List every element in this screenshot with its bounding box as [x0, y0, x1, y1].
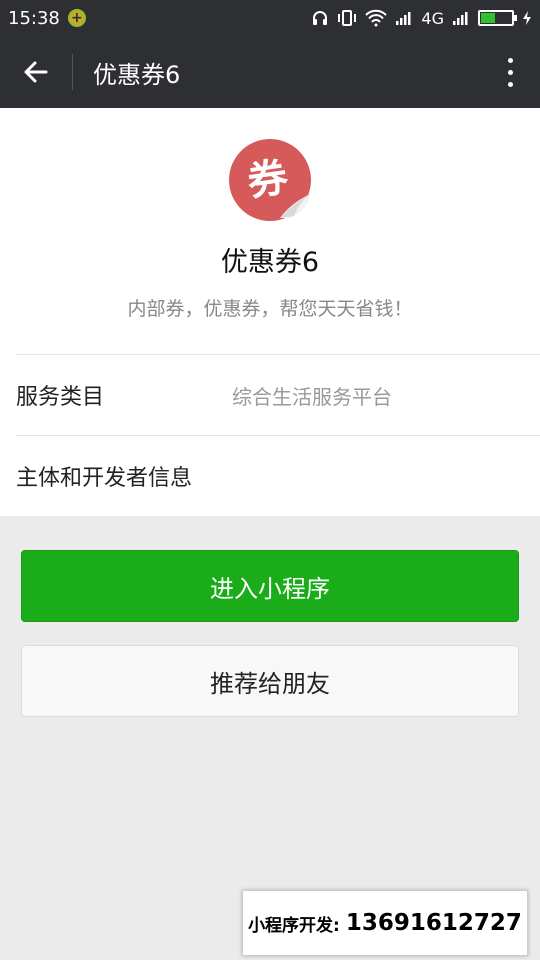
signal-icon-2 [453, 12, 468, 25]
logo-glyph: 券 [245, 154, 292, 205]
battery-level [481, 13, 495, 23]
more-dot-icon [507, 69, 513, 75]
app-name: 优惠券6 [220, 247, 320, 278]
back-button[interactable] [0, 36, 72, 108]
ad-label: 小程序开发: [248, 915, 340, 936]
service-category-label: 服务类目 [16, 385, 105, 410]
page-title: 优惠券6 [93, 60, 181, 89]
more-button[interactable] [480, 36, 540, 108]
nav-divider [72, 54, 73, 90]
back-arrow-icon [24, 61, 48, 83]
enter-miniprogram-button[interactable]: 进入小程序 [21, 550, 519, 622]
coupon-logo-icon: 券 [229, 139, 311, 221]
status-right: 4G [311, 9, 532, 28]
developer-ad-banner: 小程序开发: 13691612727 [242, 890, 528, 956]
recommend-to-friend-button[interactable]: 推荐给朋友 [21, 645, 519, 717]
more-dot-icon [507, 81, 513, 87]
app-notification-icon: + [67, 9, 86, 27]
developer-info-row[interactable]: 主体和开发者信息 [16, 435, 540, 516]
network-type: 4G [421, 8, 444, 28]
more-dot-icon [507, 57, 513, 63]
status-time: 15:38 [8, 7, 60, 29]
nav-bar: 优惠券6 [0, 36, 540, 108]
app-profile: 券 优惠券6 内部券，优惠券，帮您天天省钱！ [0, 108, 540, 354]
service-category-row: 服务类目 综合生活服务平台 [16, 354, 540, 435]
service-category-value: 综合生活服务平台 [232, 384, 392, 409]
signal-icon [396, 12, 411, 25]
headphones-icon [313, 11, 328, 25]
app-description: 内部券，优惠券，帮您天天省钱！ [127, 298, 413, 320]
battery-icon [478, 10, 517, 26]
info-list: 服务类目 综合生活服务平台 主体和开发者信息 [0, 354, 540, 516]
status-bar: 15:38 + 4G [0, 0, 540, 36]
charging-icon [523, 11, 531, 25]
wifi-icon [365, 9, 388, 27]
status-left: 15:38 + [8, 8, 86, 29]
vibrate-icon [338, 10, 357, 26]
developer-info-label: 主体和开发者信息 [16, 466, 193, 491]
ad-phone: 13691612727 [345, 910, 522, 936]
